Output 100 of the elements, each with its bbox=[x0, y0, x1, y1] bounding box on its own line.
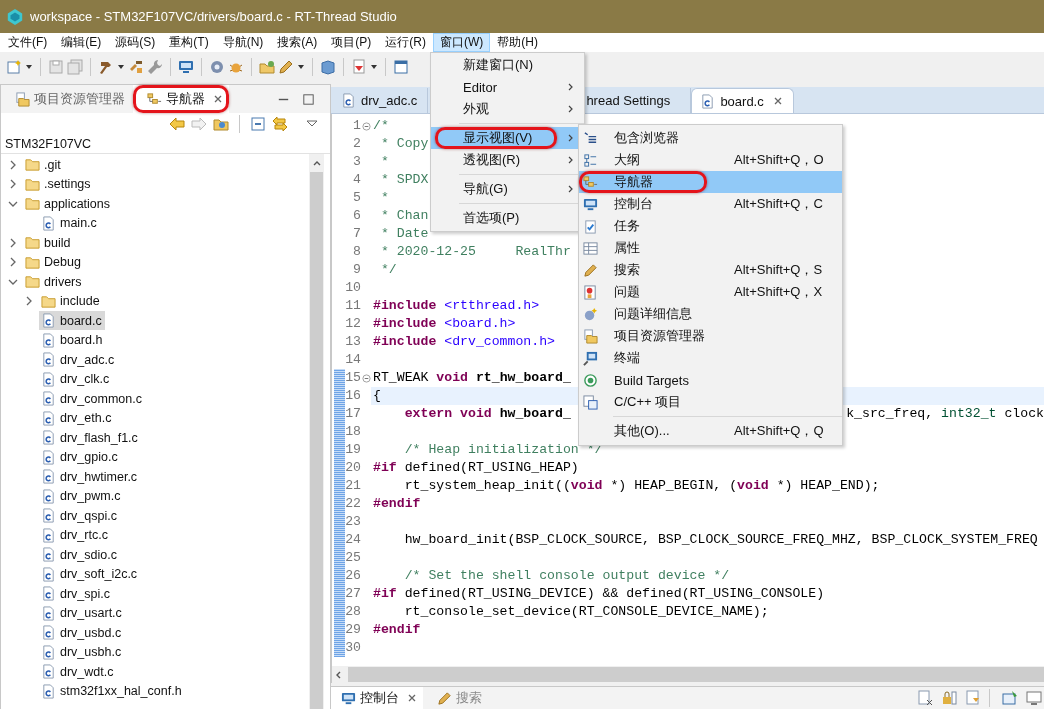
code-line: * bbox=[379, 189, 389, 207]
folder-icon[interactable] bbox=[259, 59, 275, 75]
menu-item[interactable]: 编辑(E) bbox=[54, 33, 109, 52]
code-line: #include <board.h> bbox=[373, 315, 516, 333]
wrench-icon[interactable] bbox=[147, 59, 163, 75]
tree-item[interactable]: drv_clk.c bbox=[39, 369, 113, 389]
menu-entry[interactable]: Editor bbox=[431, 76, 584, 98]
pen-icon[interactable] bbox=[278, 59, 294, 75]
file-icon bbox=[41, 313, 56, 329]
tree-item[interactable]: drv_soft_i2c.c bbox=[39, 564, 141, 584]
line-number: 22 bbox=[345, 495, 361, 513]
editor-tab[interactable]: board.c bbox=[691, 88, 794, 113]
hammer-icon[interactable] bbox=[98, 59, 114, 75]
menu-entry[interactable]: 其他(O)... Alt+Shift+Q，Q bbox=[579, 420, 842, 442]
tree-item[interactable]: drv_common.c bbox=[39, 389, 145, 409]
maximize-icon[interactable] bbox=[301, 91, 316, 107]
tree-item[interactable]: main.c bbox=[39, 213, 100, 233]
link-icon[interactable] bbox=[272, 116, 288, 132]
close-icon[interactable] bbox=[407, 693, 417, 703]
tree-item[interactable]: drv_sdio.c bbox=[39, 545, 120, 565]
menu-entry[interactable]: 项目资源管理器 bbox=[579, 325, 842, 347]
menu-item[interactable]: 帮助(H) bbox=[490, 33, 545, 52]
tree-item[interactable]: stm32f1xx_hal_conf.h bbox=[39, 681, 185, 701]
menu-entry[interactable]: 任务 bbox=[579, 215, 842, 237]
back-icon[interactable] bbox=[169, 116, 185, 132]
tree-item[interactable]: include bbox=[39, 291, 103, 311]
menu-entry[interactable]: 终端 bbox=[579, 347, 842, 369]
menu-entry[interactable]: C/C++ 项目 bbox=[579, 391, 842, 413]
code-line: */ bbox=[379, 261, 397, 279]
monitor-icon[interactable] bbox=[178, 59, 194, 75]
code-line: #include <drv_common.h> bbox=[373, 333, 556, 351]
tree-item[interactable]: drv_usbd.c bbox=[39, 623, 125, 643]
file-icon bbox=[700, 93, 716, 109]
menu-item[interactable]: 搜索(A) bbox=[270, 33, 325, 52]
tree-item[interactable]: .git bbox=[23, 155, 64, 175]
scrollbar-thumb[interactable] bbox=[310, 172, 323, 709]
menu-entry[interactable]: 新建窗口(N) bbox=[431, 54, 584, 76]
tree-item[interactable]: board.c bbox=[39, 311, 105, 331]
build-icon[interactable] bbox=[128, 59, 144, 75]
tree-item[interactable]: .settings bbox=[23, 174, 94, 194]
tree-item[interactable]: drv_qspi.c bbox=[39, 506, 120, 526]
line-number: 30 bbox=[345, 639, 361, 657]
menu-entry[interactable]: 大纲 Alt+Shift+Q，O bbox=[579, 149, 842, 171]
monitor-icon bbox=[341, 690, 356, 706]
menu-item[interactable]: 导航(N) bbox=[215, 33, 271, 52]
tree-item[interactable]: board.h bbox=[39, 330, 106, 350]
folder-icon[interactable] bbox=[213, 116, 229, 132]
fold-icon[interactable] bbox=[361, 373, 371, 383]
menu-entry[interactable]: 问题 Alt+Shift+Q，X bbox=[579, 281, 842, 303]
panel-tab[interactable]: 项目资源管理器 bbox=[1, 85, 131, 113]
menu-entry[interactable]: 搜索 Alt+Shift+Q，S bbox=[579, 259, 842, 281]
tree-item[interactable]: drv_hwtimer.c bbox=[39, 467, 141, 487]
close-icon[interactable] bbox=[213, 94, 223, 104]
panel-tab[interactable]: 导航器 bbox=[133, 85, 229, 113]
menu-item[interactable]: 文件(F) bbox=[1, 33, 55, 52]
file-icon bbox=[41, 488, 56, 504]
menu-entry[interactable]: 控制台 Alt+Shift+Q，C bbox=[579, 193, 842, 215]
lock-icon[interactable] bbox=[941, 690, 957, 706]
fold-icon[interactable] bbox=[361, 121, 371, 131]
monitor-icon[interactable] bbox=[1026, 690, 1042, 706]
tree-item[interactable]: applications bbox=[23, 194, 113, 214]
panel-tab[interactable]: 控制台 bbox=[331, 687, 423, 709]
download-icon[interactable] bbox=[351, 59, 367, 75]
tree-item[interactable]: drv_wdt.c bbox=[39, 662, 117, 682]
tree-item[interactable]: drv_gpio.c bbox=[39, 447, 121, 467]
tree-item[interactable]: drv_adc.c bbox=[39, 350, 118, 370]
tree-item[interactable]: drv_eth.c bbox=[39, 408, 115, 428]
menu-item[interactable]: 项目(P) bbox=[324, 33, 379, 52]
file-icon bbox=[41, 215, 56, 231]
menu-item[interactable]: 重构(T) bbox=[162, 33, 216, 52]
tree-item[interactable]: Debug bbox=[23, 252, 84, 272]
menu-entry[interactable]: Build Targets bbox=[579, 369, 842, 391]
file-icon bbox=[41, 430, 56, 446]
menu-entry[interactable]: 外观 bbox=[431, 98, 584, 120]
tree-item[interactable]: drv_pwm.c bbox=[39, 486, 124, 506]
menu-item[interactable]: 运行(R) bbox=[378, 33, 433, 52]
menu-entry[interactable]: 导航器 bbox=[579, 171, 842, 193]
menu-entry[interactable]: 问题详细信息 bbox=[579, 303, 842, 325]
line-number: 10 bbox=[345, 279, 361, 297]
line-number: 28 bbox=[345, 603, 361, 621]
tree-item[interactable]: drv_flash_f1.c bbox=[39, 428, 141, 448]
menu-item[interactable]: 窗口(W) bbox=[433, 33, 491, 52]
tree-item[interactable]: drv_usbh.c bbox=[39, 642, 125, 662]
tree-item[interactable]: drv_spi.c bbox=[39, 584, 114, 604]
close-icon[interactable] bbox=[772, 96, 783, 106]
tree-item[interactable]: drv_usart.c bbox=[39, 603, 125, 623]
window-icon[interactable] bbox=[393, 59, 409, 75]
clear-icon[interactable] bbox=[917, 690, 933, 706]
collapse-all-icon[interactable] bbox=[250, 116, 266, 132]
pen-icon bbox=[583, 262, 598, 278]
file-icon bbox=[41, 664, 56, 680]
menu-entry[interactable]: 属性 bbox=[579, 237, 842, 259]
tree-item[interactable]: drv_rtc.c bbox=[39, 525, 111, 545]
list-icon bbox=[583, 130, 598, 146]
tree-item[interactable]: drivers bbox=[23, 272, 85, 292]
scrollbar[interactable] bbox=[309, 154, 324, 709]
pin-icon[interactable] bbox=[1002, 690, 1018, 706]
tree-item[interactable]: build bbox=[23, 233, 74, 253]
editor-tab[interactable]: drv_adc.c bbox=[333, 88, 429, 113]
menu-item[interactable]: 源码(S) bbox=[108, 33, 163, 52]
